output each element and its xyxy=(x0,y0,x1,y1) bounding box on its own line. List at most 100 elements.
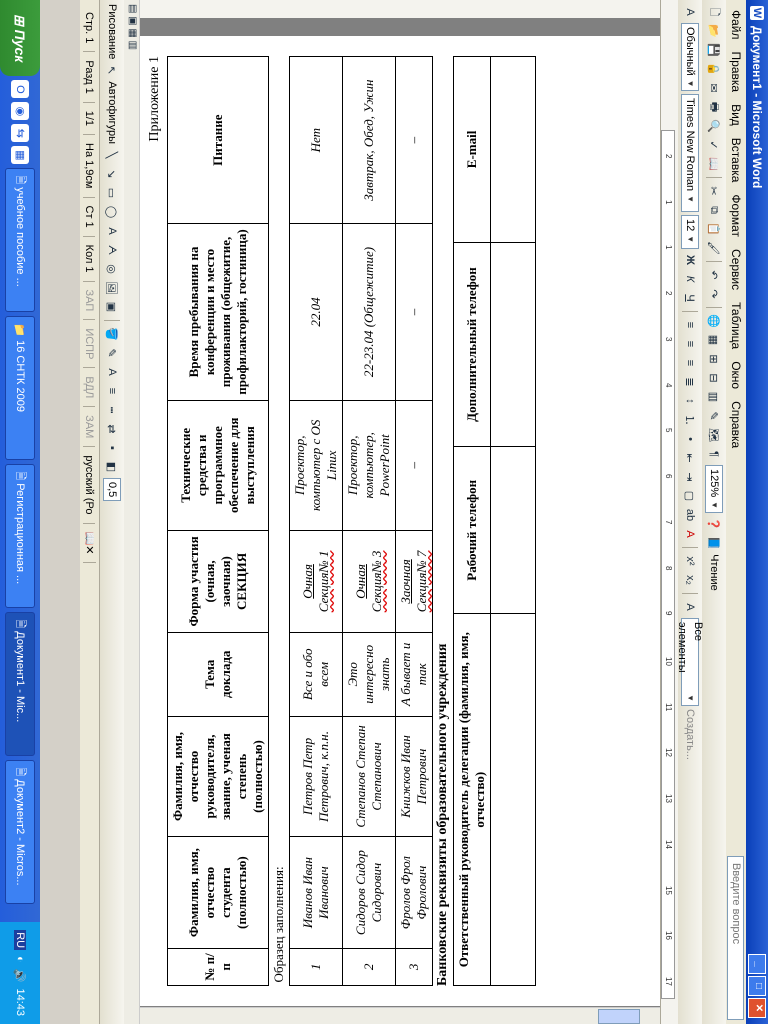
3d-icon[interactable]: ◧ xyxy=(104,459,120,475)
show-hide-icon[interactable]: ¶ xyxy=(706,446,722,462)
view-buttons[interactable]: ▤ ▣ ▦ ▥ xyxy=(127,4,138,50)
minimize-button[interactable]: _ xyxy=(748,954,766,974)
undo-icon[interactable]: ↶ xyxy=(706,267,722,283)
fill-color-icon[interactable]: 🪣 xyxy=(104,326,120,342)
save-icon[interactable]: 💾 xyxy=(706,42,722,58)
print-preview-icon[interactable]: 🔍 xyxy=(706,118,722,134)
start-button[interactable]: ⊞ Пуск xyxy=(0,0,40,77)
new-document-icon[interactable]: 🗋 xyxy=(706,4,722,20)
paste-icon[interactable]: 📋 xyxy=(706,221,722,237)
superscript-icon[interactable]: x² xyxy=(682,553,698,569)
task-document2[interactable]: 🗎 Документ2 - Micros... xyxy=(5,760,35,905)
email-icon[interactable]: ✉ xyxy=(706,80,722,96)
font-size-select[interactable]: 12 ▼ xyxy=(681,215,699,249)
menu-help[interactable]: Справка xyxy=(729,395,743,454)
document-map-icon[interactable]: 🗺 xyxy=(706,427,722,443)
close-button[interactable]: ✕ xyxy=(748,998,766,1018)
volume-icon[interactable]: 🔊 xyxy=(14,969,27,983)
opera-icon[interactable]: O xyxy=(11,80,29,99)
create-style-button[interactable]: Создать... xyxy=(684,709,696,760)
wordart-icon[interactable]: ᗅ xyxy=(104,242,120,258)
horizontal-ruler[interactable]: 2 1 1 2 3 4 5 6 7 8 9 10 11 12 13 14 15 16 17 xyxy=(660,0,678,1024)
line-spacing-icon[interactable]: ↕ xyxy=(682,393,698,409)
reading-button[interactable]: Чтение xyxy=(708,554,720,591)
align-right-icon[interactable]: ≡ xyxy=(682,355,698,371)
drawing-menu[interactable]: Рисование xyxy=(106,4,118,59)
horizontal-scrollbar[interactable]: ▤ ▣ ▦ ▥ xyxy=(124,0,140,1024)
status-trk[interactable]: ИСПР xyxy=(83,320,96,369)
antivirus-icon[interactable]: ◐ xyxy=(14,956,26,963)
spelling-status-icon[interactable]: 📖✕ xyxy=(83,523,96,564)
styles-formatting-icon[interactable]: A xyxy=(682,599,698,615)
status-rec[interactable]: ЗАП xyxy=(83,281,96,321)
menu-insert[interactable]: Вставка xyxy=(729,132,743,189)
numbering-icon[interactable]: ⒈ xyxy=(682,412,698,428)
subscript-icon[interactable]: x₂ xyxy=(682,572,698,588)
menu-edit[interactable]: Правка xyxy=(729,46,743,99)
status-ext[interactable]: ВДЛ xyxy=(83,368,96,408)
line-style-icon[interactable]: ≡ xyxy=(104,383,120,399)
research-icon[interactable]: 📖 xyxy=(706,156,722,172)
menu-format[interactable]: Формат xyxy=(729,188,743,243)
drawing-icon[interactable]: ✎ xyxy=(706,408,722,424)
open-folder-icon[interactable]: 📂 xyxy=(706,23,722,39)
font-select[interactable]: Times New Roman ▼ xyxy=(681,94,699,212)
insert-excel-icon[interactable]: ⊟ xyxy=(706,370,722,386)
network-icon[interactable]: ⇆ xyxy=(11,124,29,143)
bold-button[interactable]: Ж xyxy=(682,252,698,268)
insert-table-icon[interactable]: ⊞ xyxy=(706,351,722,367)
line-width-select[interactable]: 0,5 xyxy=(103,478,121,502)
arrow-style-icon[interactable]: ⇄ xyxy=(104,421,120,437)
justify-icon[interactable]: ≣ xyxy=(682,374,698,390)
borders-icon[interactable]: ▢ xyxy=(682,488,698,504)
permission-icon[interactable]: 🔒 xyxy=(706,61,722,77)
task-study-guide[interactable]: 🗎 учебное пособие ... xyxy=(5,168,35,313)
cut-icon[interactable]: ✂ xyxy=(706,183,722,199)
reading-layout-icon[interactable]: 📘 xyxy=(706,535,722,551)
select-objects-icon[interactable]: ↖ xyxy=(104,62,120,78)
tables-borders-icon[interactable]: ▦ xyxy=(706,332,722,348)
copy-icon[interactable]: ⧉ xyxy=(706,202,722,218)
font-color-icon[interactable]: A xyxy=(104,364,120,380)
autoshapes-menu[interactable]: Автофигуры xyxy=(106,81,118,144)
line-color-icon[interactable]: ✎ xyxy=(104,345,120,361)
menu-table[interactable]: Таблица xyxy=(729,296,743,355)
menu-view[interactable]: Вид xyxy=(729,98,743,132)
status-ovr[interactable]: ЗАМ xyxy=(83,407,96,448)
line-icon[interactable]: ╲ xyxy=(104,147,120,163)
all-elements-select[interactable]: Все элементы ▼ xyxy=(676,618,704,706)
arrow-icon[interactable]: ↘ xyxy=(104,166,120,182)
menu-file[interactable]: Файл xyxy=(729,4,743,46)
clipart-icon[interactable]: 🖼 xyxy=(104,280,120,296)
shadow-icon[interactable]: ▪ xyxy=(104,440,120,456)
redo-icon[interactable]: ↷ xyxy=(706,286,722,302)
menu-window[interactable]: Окно xyxy=(729,355,743,395)
task-document1[interactable]: 🗎 Документ1 - Mic... xyxy=(5,612,35,757)
underline-button[interactable]: Ч xyxy=(682,290,698,306)
calculator-icon[interactable]: ▦ xyxy=(11,146,29,165)
textbox-icon[interactable]: A xyxy=(104,223,120,239)
vertical-scrollbar[interactable] xyxy=(140,1007,660,1024)
help-icon[interactable]: ❓ xyxy=(706,516,722,532)
align-left-icon[interactable]: ≡ xyxy=(682,317,698,333)
spelling-icon[interactable]: ✓ xyxy=(706,137,722,153)
language-indicator[interactable]: RU xyxy=(14,930,26,951)
increase-indent-icon[interactable]: ⇥ xyxy=(682,469,698,485)
decrease-indent-icon[interactable]: ⇤ xyxy=(682,450,698,466)
picture-icon[interactable]: ▣ xyxy=(104,299,120,315)
print-icon[interactable]: 🖶 xyxy=(706,99,722,115)
diagram-icon[interactable]: ◎ xyxy=(104,261,120,277)
oval-icon[interactable]: ◯ xyxy=(104,204,120,220)
align-center-icon[interactable]: ≡ xyxy=(682,336,698,352)
scroll-thumb[interactable] xyxy=(598,1009,640,1024)
italic-button[interactable]: К xyxy=(682,271,698,287)
hyperlink-icon[interactable]: 🌐 xyxy=(706,313,722,329)
document-page[interactable]: Приложение 1 № п/п Фамилия, имя, отчеств… xyxy=(140,36,660,1006)
format-painter-icon[interactable]: 🖌 xyxy=(706,240,722,256)
maximize-button[interactable]: □ xyxy=(748,976,766,996)
highlight-icon[interactable]: ab xyxy=(682,507,698,523)
help-question-box[interactable]: Введите вопрос xyxy=(727,856,745,1020)
task-registration[interactable]: 🗎 Регистрационная ... xyxy=(5,464,35,609)
styles-pane-icon[interactable]: A xyxy=(682,4,698,20)
rectangle-icon[interactable]: ▭ xyxy=(104,185,120,201)
